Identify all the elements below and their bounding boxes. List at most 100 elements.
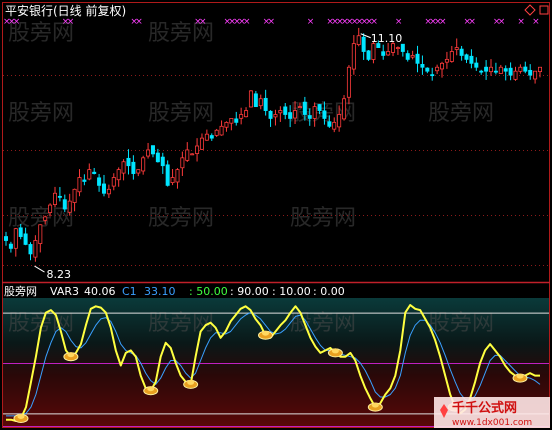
candle — [415, 45, 420, 73]
candle — [493, 62, 498, 75]
candle — [4, 231, 9, 246]
candle — [248, 90, 253, 108]
candle — [146, 142, 151, 159]
candle — [165, 160, 170, 187]
candle — [209, 133, 214, 141]
candle — [204, 129, 209, 141]
candle — [454, 38, 459, 56]
candle — [351, 35, 356, 75]
signal-marker: × — [439, 17, 447, 27]
candle — [449, 45, 454, 63]
candle — [136, 169, 141, 177]
signal-marker: × — [13, 17, 21, 27]
candle — [498, 64, 503, 75]
legend-title: 股旁网 — [4, 284, 37, 298]
candle — [278, 106, 283, 122]
legend-level-10: : 10.00 — [272, 285, 311, 298]
candle — [489, 59, 494, 76]
high-price-label: 11.10 — [371, 32, 403, 45]
candle — [92, 167, 97, 175]
candle — [484, 60, 489, 80]
candle — [224, 121, 229, 132]
candle — [400, 43, 405, 57]
gold-ingot-icon — [143, 386, 159, 396]
candle — [101, 174, 106, 197]
gold-ingot-icon — [183, 379, 199, 389]
candle — [459, 45, 464, 61]
window-controls[interactable] — [524, 4, 549, 16]
diamond-icon[interactable] — [524, 4, 536, 16]
candle — [273, 109, 278, 126]
candle — [523, 61, 528, 74]
candle — [513, 66, 518, 81]
candle — [435, 64, 440, 75]
candle — [239, 107, 244, 125]
candle — [126, 149, 131, 175]
candle — [8, 241, 13, 253]
candle — [97, 173, 102, 192]
candle — [244, 107, 249, 118]
legend-level-50: : 50.00 — [189, 285, 228, 298]
candle — [381, 44, 386, 60]
candle — [528, 64, 533, 80]
candle — [28, 242, 33, 261]
legend-c1-value: 33.10 — [144, 285, 176, 298]
candle — [57, 187, 62, 202]
top-signal-markers: ××× ×× ×× ×× ××××× ×× × ×××××××××× × ×××× ×× ×× × × — [3, 17, 540, 27]
candle — [199, 133, 204, 150]
candle — [366, 50, 371, 61]
legend-level-90: : 90.00 — [230, 285, 269, 298]
candle — [77, 169, 82, 197]
legend-var3-value: 40.06 — [84, 285, 116, 298]
signal-marker: × — [67, 17, 75, 27]
signal-marker: × — [268, 17, 276, 27]
candle — [538, 66, 543, 78]
gold-ingot-icon — [63, 352, 79, 362]
watermark-text: 股旁网 — [148, 101, 214, 126]
candle — [33, 235, 38, 262]
candle — [219, 120, 224, 136]
candle — [13, 227, 18, 257]
signal-marker: × — [199, 17, 207, 27]
gold-ingot-icon — [327, 348, 343, 358]
signal-marker: × — [243, 17, 251, 27]
candle — [346, 65, 351, 105]
candle — [67, 193, 72, 216]
candle — [420, 55, 425, 75]
signal-marker: × — [532, 17, 540, 27]
signal-marker: × — [498, 17, 506, 27]
candle — [106, 184, 111, 198]
gold-ingot-icon — [512, 373, 528, 383]
candle — [155, 148, 160, 163]
legend-level-0: : 0.00 — [313, 285, 345, 298]
site-url: www.1dx001.com — [452, 418, 532, 428]
watermark-text: 股旁网 — [428, 311, 494, 336]
candle — [121, 159, 126, 181]
signal-marker: × — [395, 17, 403, 27]
candle — [405, 50, 410, 62]
candle — [253, 90, 258, 108]
candle — [518, 64, 523, 74]
candle — [356, 27, 361, 47]
square-icon[interactable] — [539, 5, 549, 15]
low-price-label: 8.23 — [46, 268, 70, 281]
candle — [425, 67, 430, 74]
candle — [111, 173, 116, 191]
signal-marker: × — [135, 17, 143, 27]
watermark-text: 股旁网 — [428, 101, 494, 126]
candle — [38, 224, 43, 253]
signal-marker: × — [517, 17, 525, 27]
candle — [131, 155, 136, 180]
gold-ingot-icon — [13, 413, 29, 423]
candle — [508, 62, 513, 81]
stock-title: 平安银行(日线 前复权) — [5, 3, 126, 18]
gold-ingot-icon — [367, 402, 383, 412]
candle — [410, 50, 415, 60]
candle — [175, 168, 180, 189]
candle — [386, 42, 391, 56]
candle — [195, 138, 200, 162]
candle — [395, 46, 400, 55]
watermark-text: 股旁网 — [148, 206, 214, 231]
candle — [533, 70, 538, 84]
candle — [258, 94, 263, 110]
